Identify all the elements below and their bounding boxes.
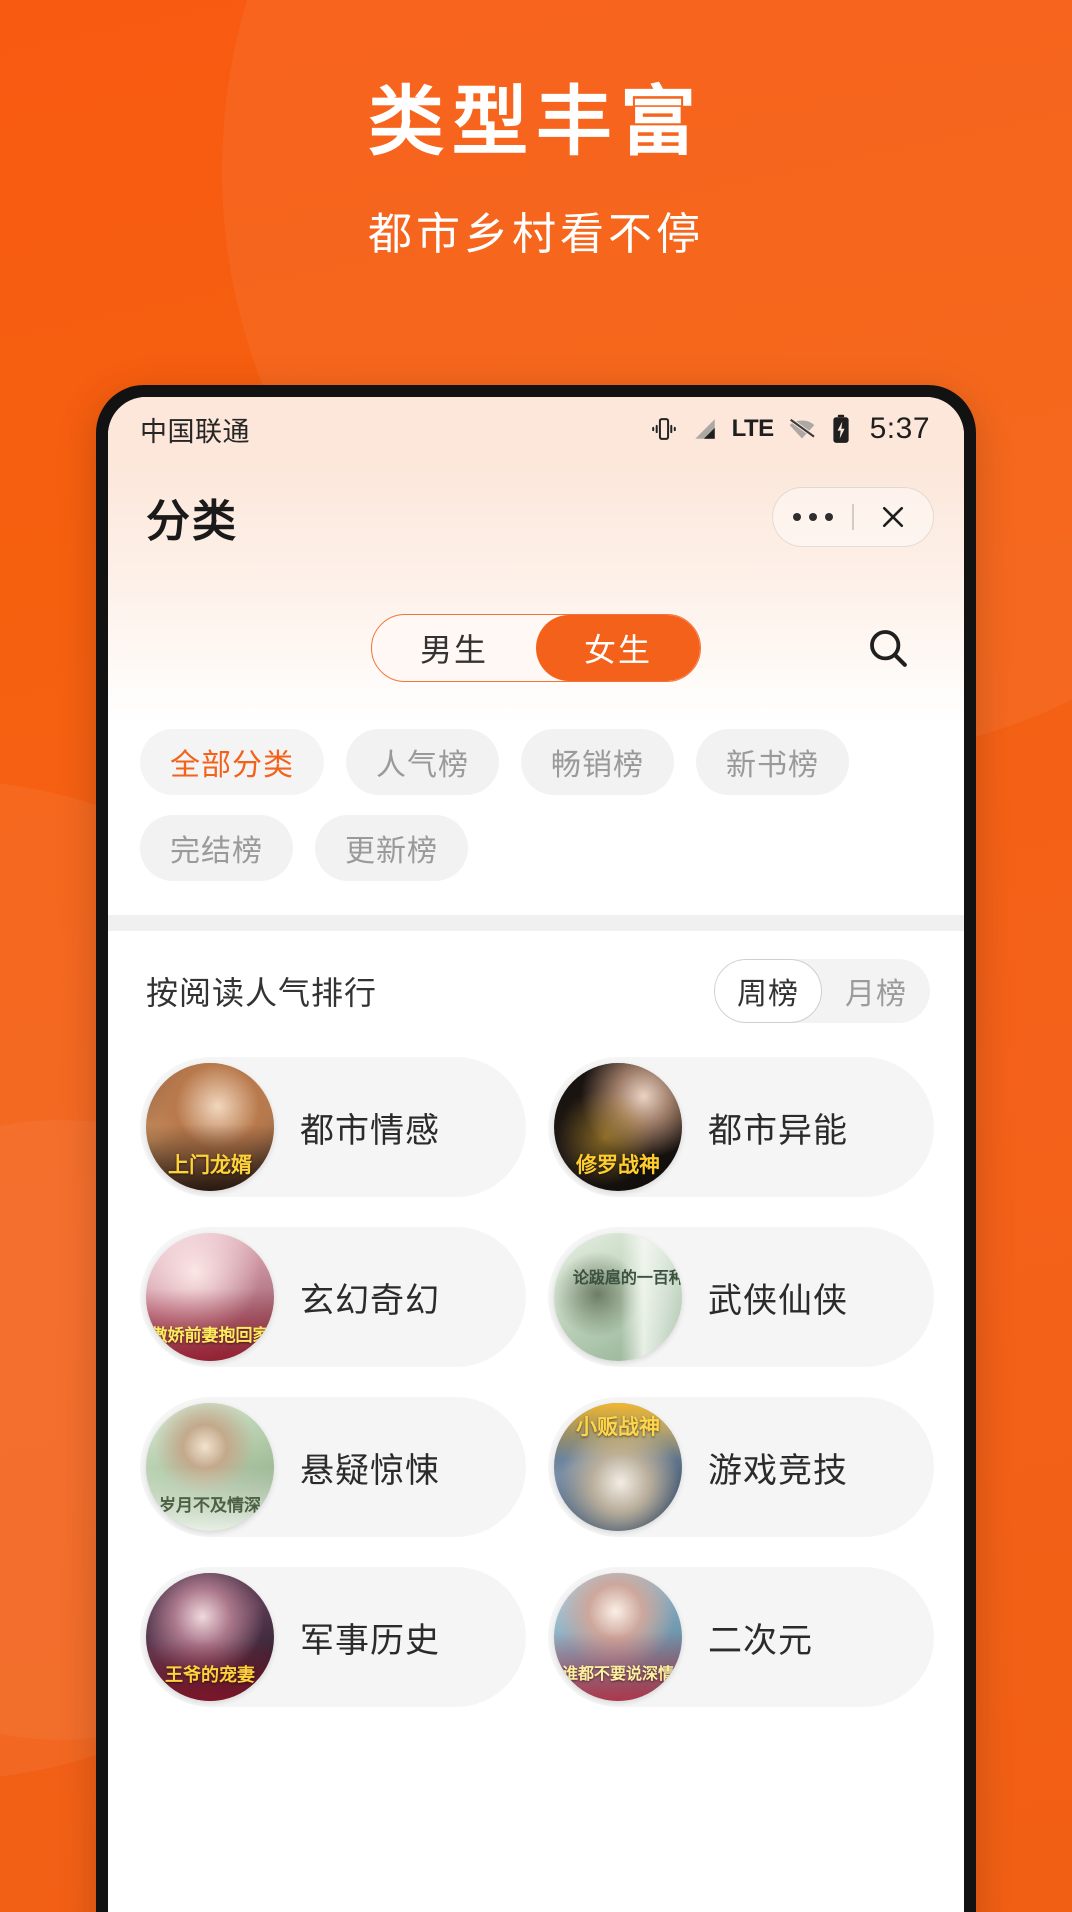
vibrate-icon (650, 415, 678, 443)
close-icon[interactable] (854, 502, 933, 532)
cover-title: 小贩战神 (576, 1415, 660, 1439)
page-title: 分类 (146, 497, 238, 546)
book-cover-thumbnail: 上门龙婿 (146, 1063, 274, 1191)
wifi-off-icon (787, 416, 817, 442)
phone-screen: 中国联通 LTE 5:37 分类 男生 女生 全部分类 人气榜 畅销榜 新书榜 … (108, 397, 964, 1912)
signal-icon (691, 416, 719, 442)
promo-text-block: 类型丰富 都市乡村看不停 (0, 0, 1072, 262)
promo-subtitle: 都市乡村看不停 (368, 209, 704, 259)
category-label: 悬疑惊悚 (300, 1451, 440, 1490)
promo-title: 类型丰富 (368, 77, 704, 166)
cover-title: 上门龙婿 (168, 1153, 252, 1177)
tab-female[interactable]: 女生 (536, 615, 700, 681)
cover-title: 修罗战神 (576, 1153, 660, 1177)
cover-title: 谁都不要说深情 (561, 1666, 674, 1684)
section-divider (108, 915, 964, 931)
category-grid: 上门龙婿 都市情感 修罗战神 都市异能 傲娇前妻抱回家 玄幻奇幻 扈的一百 武侠… (108, 1051, 964, 1707)
gender-segmented-control: 男生 女生 (371, 614, 701, 682)
book-cover-thumbnail: 小贩战神 (554, 1403, 682, 1531)
chip-completed[interactable]: 完结榜 (140, 815, 293, 881)
status-bar: 中国联通 LTE 5:37 (108, 397, 964, 461)
gender-toggle-row: 男生 女生 (108, 573, 964, 723)
category-label: 都市情感 (300, 1111, 440, 1150)
category-label: 游戏竞技 (708, 1451, 848, 1490)
filter-chip-list: 全部分类 人气榜 畅销榜 新书榜 完结榜 更新榜 (108, 723, 964, 915)
category-card[interactable]: 王爷的宠妻 军事历史 (140, 1567, 526, 1707)
category-label: 玄幻奇幻 (300, 1281, 440, 1320)
tab-weekly-rank[interactable]: 周榜 (714, 959, 822, 1023)
promo-page: 类型丰富 都市乡村看不停 中国联通 LTE 5:37 分类 男生 女生 全部分类… (0, 0, 1072, 1912)
status-bar-icons: LTE 5:37 (650, 412, 930, 446)
category-label: 二次元 (708, 1621, 813, 1660)
ranking-title: 按阅读人气排行 (146, 975, 378, 1011)
chip-bestseller[interactable]: 畅销榜 (521, 729, 674, 795)
chip-updated[interactable]: 更新榜 (315, 815, 468, 881)
chip-new-books[interactable]: 新书榜 (696, 729, 849, 795)
battery-charging-icon (830, 414, 852, 444)
book-cover-thumbnail: 傲娇前妻抱回家 (146, 1233, 274, 1361)
cover-title: 傲娇前妻抱回家 (150, 1325, 270, 1345)
chip-all-categories[interactable]: 全部分类 (140, 729, 324, 795)
category-label: 军事历史 (300, 1621, 440, 1660)
category-card[interactable]: 傲娇前妻抱回家 玄幻奇幻 (140, 1227, 526, 1367)
chip-popularity[interactable]: 人气榜 (346, 729, 499, 795)
tab-monthly-rank[interactable]: 月榜 (822, 959, 930, 1023)
ranking-period-toggle: 周榜 月榜 (714, 959, 930, 1023)
mini-program-capsule (772, 487, 934, 547)
cover-title: 论跋扈的一百种方法 (573, 1270, 682, 1288)
carrier-label: 中国联通 (140, 416, 250, 447)
book-cover-thumbnail: 谁都不要说深情 (554, 1573, 682, 1701)
search-icon[interactable] (860, 620, 916, 676)
book-cover-thumbnail: 岁月不及情深 (146, 1403, 274, 1531)
lte-label: LTE (731, 415, 775, 442)
clock-label: 5:37 (869, 412, 930, 445)
category-card[interactable]: 修罗战神 都市异能 (548, 1057, 934, 1197)
book-cover-thumbnail: 修罗战神 (554, 1063, 682, 1191)
category-card[interactable]: 岁月不及情深 悬疑惊悚 (140, 1397, 526, 1537)
ranking-header: 按阅读人气排行 周榜 月榜 (108, 931, 964, 1051)
phone-mockup: 中国联通 LTE 5:37 分类 男生 女生 全部分类 人气榜 畅销榜 新书榜 … (96, 385, 976, 1912)
book-cover-thumbnail: 论跋扈的一百种方法 (554, 1233, 682, 1361)
cover-title: 王爷的宠妻 (165, 1665, 255, 1686)
category-card[interactable]: 谁都不要说深情 二次元 (548, 1567, 934, 1707)
category-label: 武侠仙侠 (708, 1281, 848, 1320)
category-label: 都市异能 (708, 1111, 848, 1150)
tab-male[interactable]: 男生 (372, 615, 536, 681)
cover-title: 岁月不及情深 (159, 1495, 261, 1515)
category-card[interactable]: 论跋扈的一百种方法 武侠仙侠 (548, 1227, 934, 1367)
book-cover-thumbnail: 王爷的宠妻 (146, 1573, 274, 1701)
more-options-icon[interactable] (773, 513, 852, 521)
category-card[interactable]: 小贩战神 游戏竞技 (548, 1397, 934, 1537)
app-header: 分类 (108, 461, 964, 573)
category-card[interactable]: 上门龙婿 都市情感 (140, 1057, 526, 1197)
